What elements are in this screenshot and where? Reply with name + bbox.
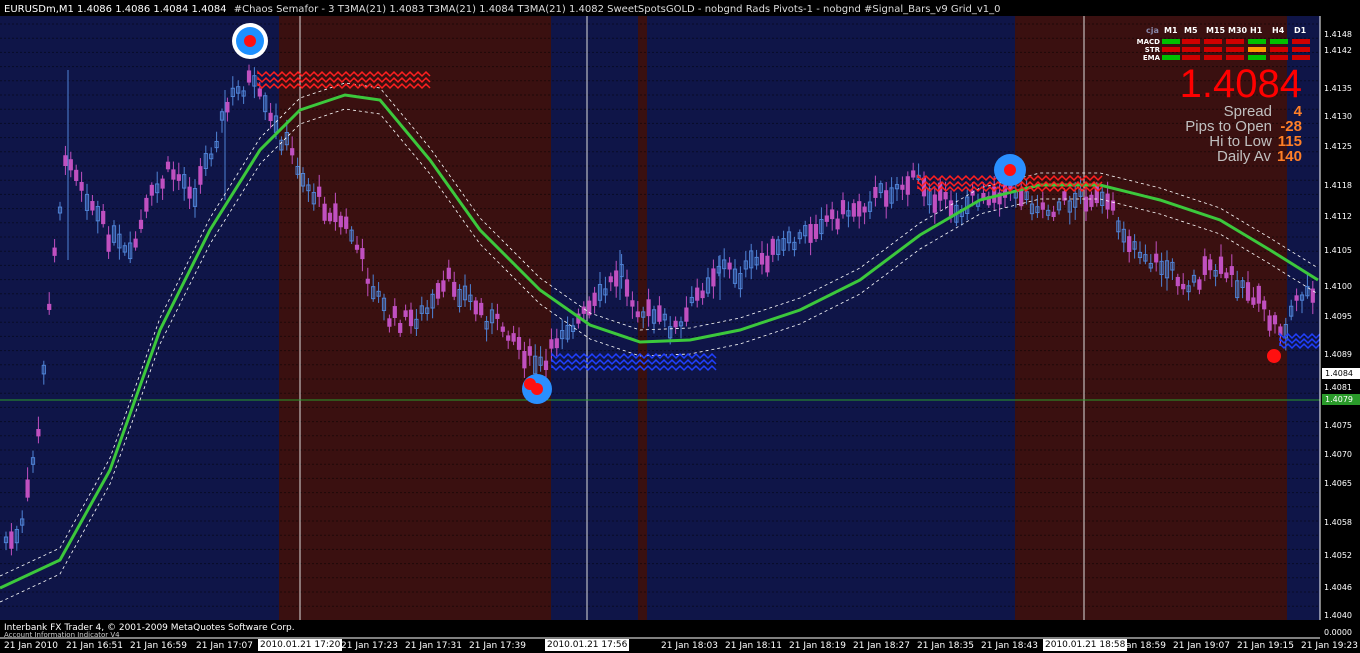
price-chart[interactable] [0, 0, 1360, 653]
price-tick: 1.4148 [1324, 30, 1352, 39]
background-zone [551, 16, 638, 620]
time-tick: 21 Jan 19:23 [1301, 641, 1358, 651]
price-tick: 1.4089 [1324, 350, 1352, 359]
time-tick: 21 Jan 18:19 [789, 641, 846, 651]
price-tick: 1.4065 [1324, 479, 1352, 488]
indicator-list: #Chaos Semafor - 3 T3MA(21) 1.4083 T3MA(… [233, 4, 1001, 15]
stat-value: 140 [1276, 148, 1302, 165]
time-tick: 21 Jan 18:27 [853, 641, 910, 651]
stat-row: Daily Av 140 [1217, 149, 1302, 165]
background-zone [0, 16, 279, 620]
tf-header-h1: H1 [1250, 26, 1263, 35]
price-tick: 1.4125 [1324, 142, 1352, 151]
current-price-display: 1.4084 [1179, 62, 1302, 106]
price-tick: 1.4135 [1324, 84, 1352, 93]
price-tick: 1.4130 [1324, 112, 1352, 121]
signal-cell [1182, 47, 1200, 52]
signal-cell [1182, 55, 1200, 60]
signal-cell [1248, 47, 1266, 52]
background-zone [647, 16, 1015, 620]
price-tick: 1.4100 [1324, 282, 1352, 291]
price-tick: 1.4118 [1324, 181, 1352, 190]
price-tick: 1.4058 [1324, 518, 1352, 527]
signal-row-label: EMA [1142, 54, 1160, 62]
time-tick: 21 Jan 2010 [4, 641, 58, 651]
bid-price-box: 1.4079 [1322, 394, 1360, 405]
time-cursor-label: 2010.01.21 18:58 [1043, 639, 1128, 651]
signal-cell [1182, 39, 1200, 44]
signal-panel-owner: cja [1146, 26, 1159, 35]
price-tick: 1.4142 [1324, 46, 1352, 55]
tf-header-d1: D1 [1294, 26, 1307, 35]
signal-cell [1270, 39, 1288, 44]
price-tick: 1.4075 [1324, 421, 1352, 430]
semafor-signal-icon [232, 23, 268, 59]
time-tick: 21 Jan 17:31 [405, 641, 462, 651]
signal-cell [1292, 47, 1310, 52]
price-tick: 1.4081 [1324, 383, 1352, 392]
tf-header-m1: M1 [1164, 26, 1178, 35]
tf-header-m15: M15 [1206, 26, 1226, 35]
price-tick: 1.4046 [1324, 583, 1352, 592]
account-info-text: Account Information Indicator V4 [4, 631, 120, 639]
background-zone [638, 16, 647, 620]
chart-title: EURUSDm,M1 1.4086 1.4086 1.4084 1.4084 #… [4, 4, 1001, 15]
signal-cell [1226, 55, 1244, 60]
semafor-signal-icon [994, 154, 1026, 186]
price-tick: 1.4052 [1324, 551, 1352, 560]
time-tick: 21 Jan 19:15 [1237, 641, 1294, 651]
time-tick: 21 Jan 17:23 [341, 641, 398, 651]
time-tick: 21 Jan 16:59 [130, 641, 187, 651]
tf-header-m5: M5 [1184, 26, 1198, 35]
time-tick: 21 Jan 18:43 [981, 641, 1038, 651]
time-cursor-label: 2010.01.21 17:20 [258, 639, 343, 651]
price-tick: 1.4105 [1324, 246, 1352, 255]
time-tick: 21 Jan 19:07 [1173, 641, 1230, 651]
time-tick: 21 Jan 17:07 [196, 641, 253, 651]
signal-row-label: STR [1144, 46, 1160, 54]
signal-cell [1226, 47, 1244, 52]
price-tick: 1.4070 [1324, 450, 1352, 459]
stat-label: Daily Av [1217, 148, 1271, 165]
symbol-ohlc: EURUSDm,M1 1.4086 1.4086 1.4084 1.4084 [4, 4, 227, 15]
price-axis-bg [1320, 16, 1360, 638]
time-tick: 21 Jan 18:11 [725, 641, 782, 651]
signal-cell [1204, 55, 1222, 60]
signal-cell [1162, 47, 1180, 52]
signal-cell [1162, 55, 1180, 60]
time-tick: 21 Jan 18:03 [661, 641, 718, 651]
current-price-box: 1.4084 [1322, 368, 1360, 379]
signal-cell [1162, 39, 1180, 44]
signal-cell [1292, 55, 1310, 60]
tf-header-h4: H4 [1272, 26, 1285, 35]
time-tick: 21 Jan 17:39 [469, 641, 526, 651]
price-tick: 0.0000 [1324, 628, 1352, 637]
semafor-dot-icon [1267, 349, 1281, 363]
signal-cell [1226, 39, 1244, 44]
signal-cell [1248, 55, 1266, 60]
semafor-dot-icon [524, 378, 536, 390]
price-tick: 1.4040 [1324, 611, 1352, 620]
signal-cell [1270, 47, 1288, 52]
time-tick: 21 Jan 16:51 [66, 641, 123, 651]
background-zone [279, 16, 551, 620]
signal-cell [1204, 39, 1222, 44]
signal-row-label: MACD [1136, 38, 1160, 46]
semafor-signal-icon [522, 374, 552, 404]
time-cursor-label: 2010.01.21 17:56 [545, 639, 630, 651]
price-tick: 1.4095 [1324, 312, 1352, 321]
signal-cell [1292, 39, 1310, 44]
signal-cell [1270, 55, 1288, 60]
price-tick: 1.4112 [1324, 212, 1352, 221]
time-tick: 21 Jan 18:35 [917, 641, 974, 651]
signal-cell [1248, 39, 1266, 44]
signal-cell [1204, 47, 1222, 52]
tf-header-m30: M30 [1228, 26, 1248, 35]
